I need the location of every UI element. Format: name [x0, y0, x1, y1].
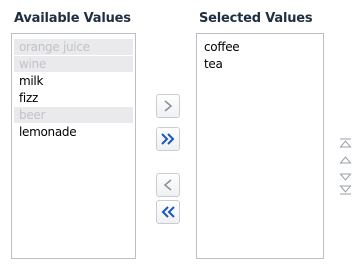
move-bottom-button[interactable] [339, 185, 352, 195]
available-values-header: Available Values [14, 11, 131, 26]
chevron-left-icon [163, 179, 172, 191]
double-chevron-right-icon [161, 133, 175, 145]
selected-values-header: Selected Values [199, 11, 313, 26]
selected-values-list[interactable]: coffee tea [196, 33, 324, 259]
move-left-button[interactable] [156, 173, 180, 197]
available-values-list[interactable]: orange juice wine milk fizz beer lemonad… [11, 33, 136, 259]
move-down-button[interactable] [339, 172, 352, 182]
list-item-coffee[interactable]: coffee [199, 39, 321, 55]
list-item-milk[interactable]: milk [14, 73, 133, 89]
move-bottom-icon [339, 185, 352, 195]
list-item-lemonade[interactable]: lemonade [14, 124, 133, 140]
move-all-left-button[interactable] [156, 200, 180, 224]
list-item-wine: wine [14, 56, 133, 72]
list-item-fizz[interactable]: fizz [14, 90, 133, 106]
chevron-right-icon [164, 100, 173, 112]
list-item-orange-juice: orange juice [14, 39, 133, 55]
list-item-tea[interactable]: tea [199, 56, 321, 72]
double-chevron-left-icon [161, 206, 175, 218]
list-item-beer: beer [14, 107, 133, 123]
move-up-button[interactable] [339, 155, 352, 165]
move-all-right-button[interactable] [156, 127, 180, 151]
move-top-icon [339, 138, 352, 148]
move-up-icon [339, 156, 352, 164]
move-top-button[interactable] [339, 138, 352, 148]
move-right-button[interactable] [156, 94, 180, 118]
move-down-icon [339, 173, 352, 181]
